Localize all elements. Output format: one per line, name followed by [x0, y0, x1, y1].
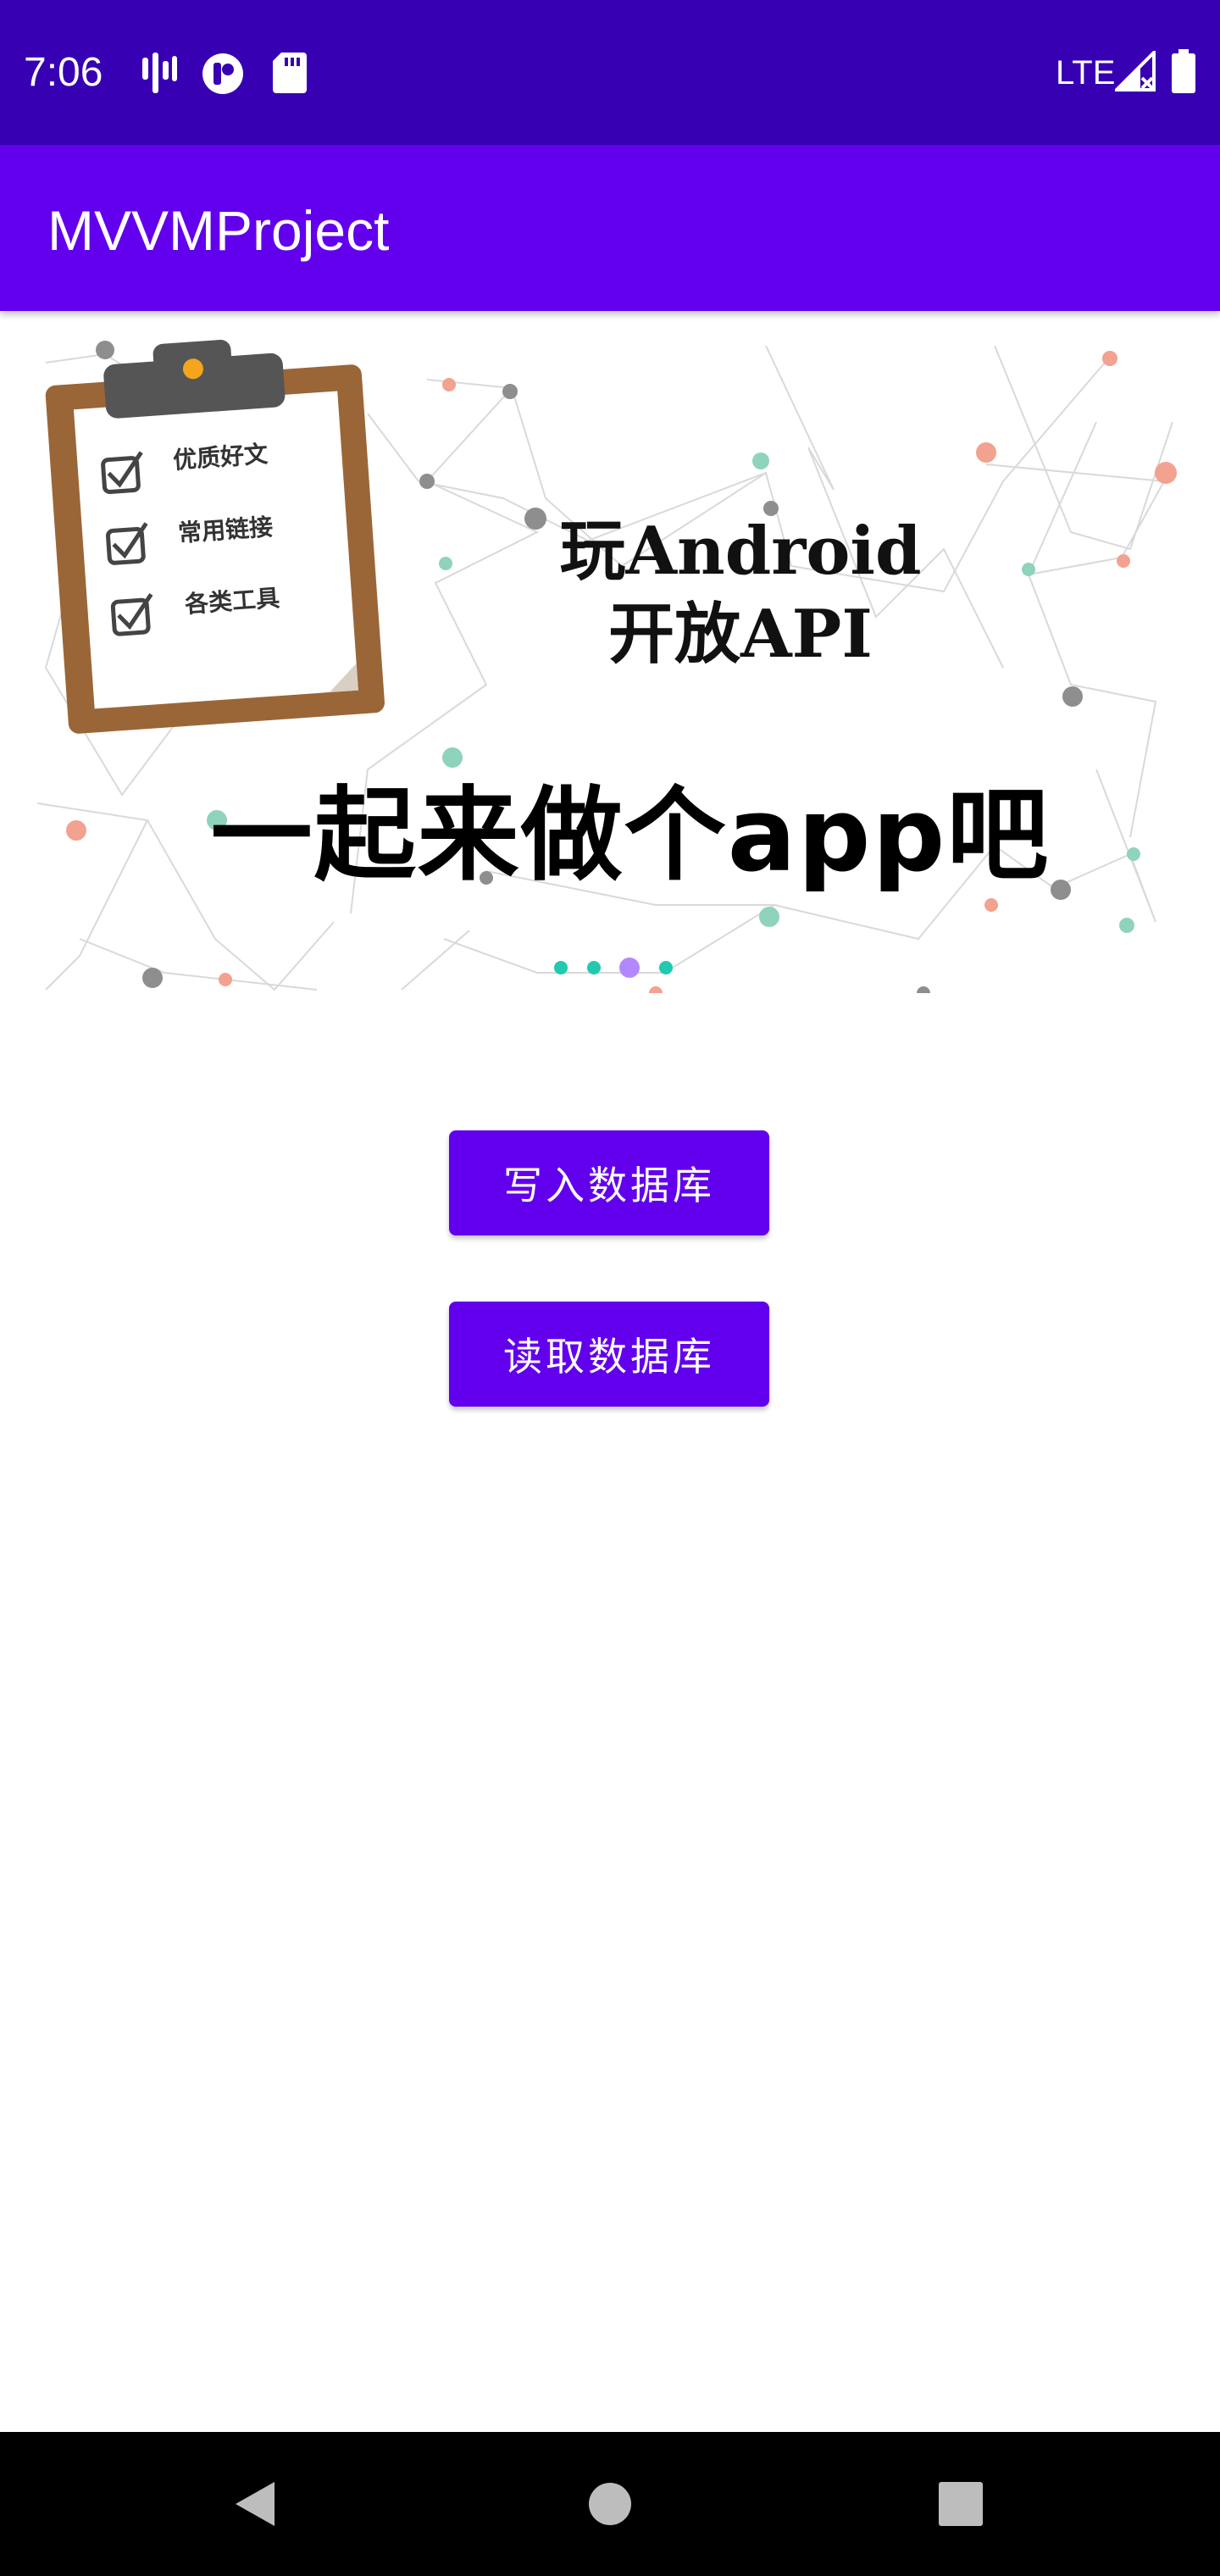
read-database-button[interactable]: 读取数据库 [449, 1302, 769, 1407]
home-button[interactable] [534, 2432, 686, 2576]
battery-icon [1171, 49, 1196, 97]
banner-indicator [554, 958, 673, 978]
wave-icon [141, 53, 178, 97]
network-type: LTE [1056, 54, 1116, 92]
home-icon [589, 2483, 631, 2525]
back-icon [236, 2482, 274, 2526]
recents-button[interactable] [884, 2432, 1037, 2576]
back-button[interactable] [178, 2432, 330, 2576]
status-time: 7:06 [24, 50, 103, 95]
clipboard-item: 常用链接 [177, 513, 274, 547]
banner-headline-line2: 开放API [608, 596, 873, 673]
write-database-button[interactable]: 写入数据库 [449, 1130, 769, 1235]
indicator-dot[interactable] [658, 961, 673, 974]
indicator-dot-active[interactable] [619, 958, 640, 978]
banner-slogan: 一起来做个app吧 [210, 777, 1051, 895]
banner-headline-line1: 玩Android [559, 513, 922, 590]
clipboard-item: 优质好文 [172, 440, 269, 475]
indicator-dot[interactable] [554, 961, 568, 974]
signal-icon [1112, 48, 1156, 96]
app-icon [202, 53, 244, 99]
navigation-bar [0, 2432, 1220, 2576]
app-bar: MVVMProject [0, 145, 1220, 311]
app-title: MVVMProject [47, 199, 390, 262]
sd-card-icon [273, 53, 307, 97]
clipboard-item: 各类工具 [184, 584, 281, 619]
recents-icon [939, 2482, 983, 2526]
indicator-dot[interactable] [586, 961, 601, 974]
status-bar: 7:06 LTE [0, 0, 1220, 145]
banner-carousel[interactable]: 优质好文 常用链接 各类工具 玩Android 开放API 一起来做个app吧 [29, 329, 1191, 993]
